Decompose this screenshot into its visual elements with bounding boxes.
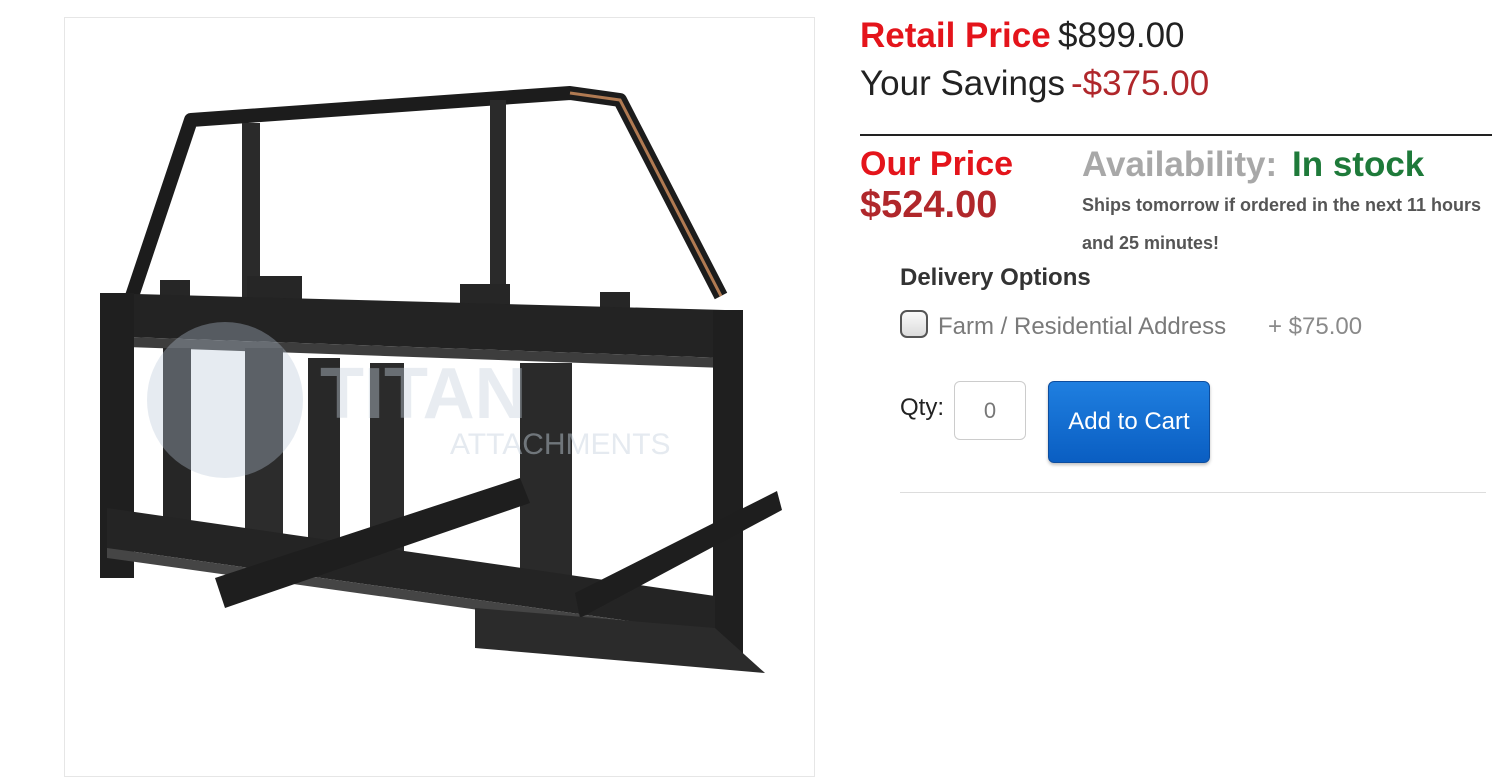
price-divider (860, 134, 1492, 136)
farm-residential-price: + $75.00 (1268, 313, 1363, 340)
savings-value: -$375.00 (1071, 64, 1210, 103)
savings-label: Your Savings (860, 64, 1065, 103)
delivery-options-title: Delivery Options (900, 264, 1091, 291)
availability-status: In stock (1292, 145, 1425, 184)
farm-residential-checkbox[interactable] (900, 310, 928, 338)
svg-text:ATTACHMENTS: ATTACHMENTS (450, 428, 671, 461)
availability-label: Availability: (1082, 145, 1278, 184)
retail-price-label: Retail Price (860, 16, 1051, 55)
retail-price-value: $899.00 (1058, 16, 1185, 55)
qty-input[interactable] (954, 381, 1026, 440)
product-image: TITAN ATTACHMENTS (100, 86, 782, 673)
add-to-cart-button[interactable]: Add to Cart (1048, 381, 1210, 463)
watermark-text: TITAN (320, 354, 527, 434)
farm-residential-label[interactable]: Farm / Residential Address (938, 313, 1226, 341)
cart-divider (900, 492, 1486, 493)
qty-label: Qty: (900, 394, 945, 421)
our-price-value: $524.00 (860, 184, 998, 226)
our-price-label: Our Price (860, 145, 1014, 183)
shipping-note: Ships tomorrow if ordered in the next 11… (1082, 195, 1482, 253)
product-image-frame[interactable]: TITAN ATTACHMENTS (64, 17, 815, 777)
